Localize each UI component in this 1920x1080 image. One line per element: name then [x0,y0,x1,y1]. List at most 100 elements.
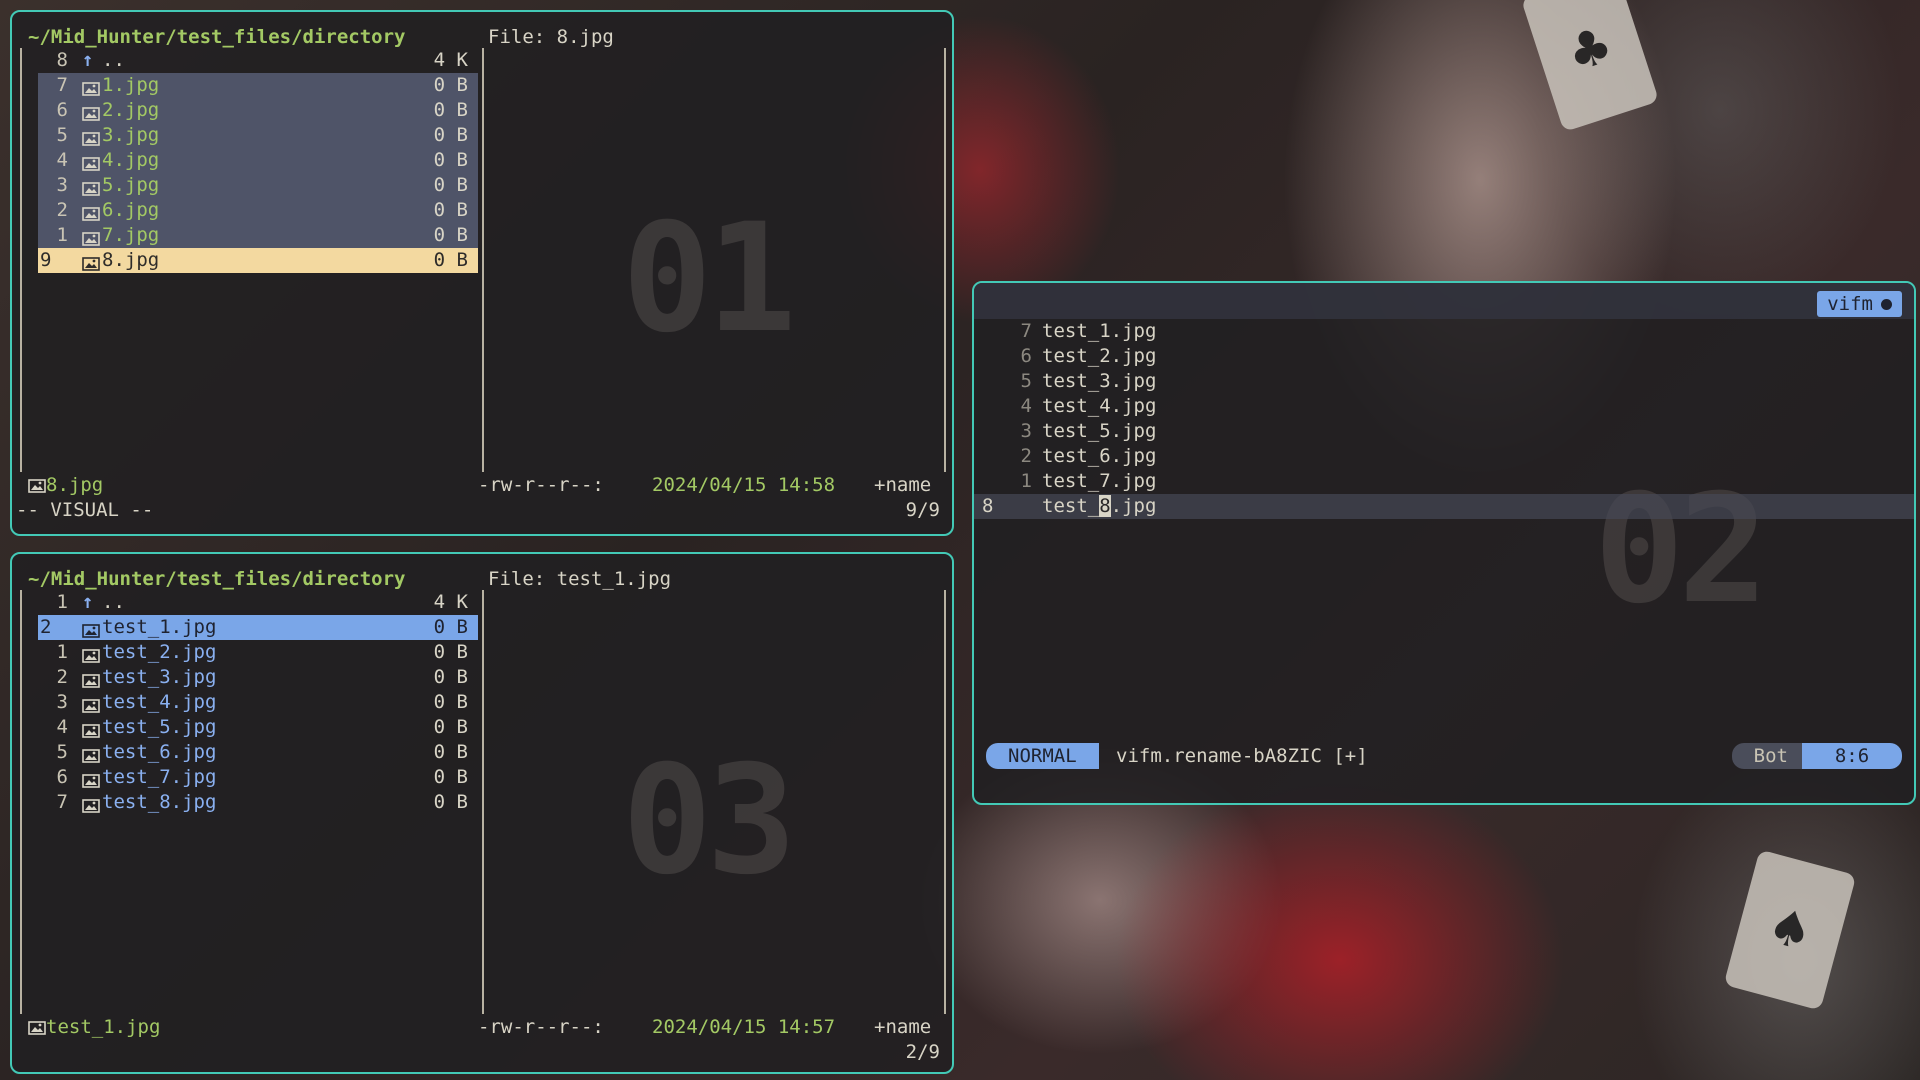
sort-indicator: +name [874,474,932,496]
pane-divider [482,48,484,472]
buffer-filename: vifm.rename-bA8ZIC [+] [1116,745,1368,767]
line-number: 3 [1020,420,1032,442]
editor-line[interactable]: 1 test_7.jpg [974,469,1914,494]
file-row[interactable]: 3 5.jpg 0 B [38,173,478,198]
relative-line-number: 3 [56,691,68,713]
file-size: 0 B [433,249,468,271]
image-file-icon [82,670,100,688]
editor-line[interactable]: 7 test_1.jpg [974,319,1914,344]
status-filename: test_1.jpg [46,1016,161,1038]
pane-watermark: 03 [622,734,797,908]
image-file-icon [82,745,100,763]
file-row[interactable]: 7 1.jpg 0 B [38,73,478,98]
image-file-icon [82,645,100,663]
editor-line[interactable]: 4 test_4.jpg [974,394,1914,419]
line-text: test_4.jpg [1042,395,1157,417]
relative-line-number: 1 [56,641,68,663]
file-name: test_5.jpg [102,716,217,738]
file-size: 0 B [433,791,468,813]
file-permissions: -rw-r--r--: [478,1016,604,1038]
line-number: 5 [1020,370,1032,392]
file-row[interactable]: 4 test_5.jpg 0 B [38,715,478,740]
file-row[interactable]: 2 6.jpg 0 B [38,198,478,223]
relative-line-number: 2 [56,666,68,688]
modified-dot-icon [1881,299,1892,310]
relative-line-number: 7 [56,791,68,813]
line-text: test_7.jpg [1042,470,1157,492]
up-arrow-icon: ↑ [82,49,94,71]
file-size: 0 B [433,224,468,246]
line-text: test_6.jpg [1042,445,1157,467]
file-list[interactable]: 1 ↑.. 4 K 2 test_1.jpg 0 B 1 test_2.jpg 0 B 2 test… [38,590,478,815]
background-card-clubs: ♣ [1520,0,1660,133]
image-file-icon [82,103,100,121]
image-file-icon [82,620,100,638]
relative-line-number: 7 [56,74,68,96]
editor-line[interactable]: 5 test_3.jpg [974,369,1914,394]
image-file-icon [82,178,100,196]
file-row[interactable]: 2 test_1.jpg 0 B [38,615,478,640]
file-name: test_6.jpg [102,741,217,763]
line-number: 8 [982,495,994,517]
file-row[interactable]: 5 3.jpg 0 B [38,123,478,148]
pane-path: ~/Mid_Hunter/test_files/directory [28,26,406,48]
relative-line-number: 3 [56,174,68,196]
file-date: 2024/04/15 14:58 [652,474,836,496]
editor-buffer[interactable]: 7 test_1.jpg 6 test_2.jpg 5 test_3.jpg 4 test_4… [974,319,1914,519]
file-size: 0 B [433,149,468,171]
file-row[interactable]: 5 test_6.jpg 0 B [38,740,478,765]
relative-line-number: 5 [56,124,68,146]
file-row[interactable]: 1 7.jpg 0 B [38,223,478,248]
parent-dir-row[interactable]: 8 ↑.. 4 K [38,48,478,73]
file-list[interactable]: 8 ↑.. 4 K 7 1.jpg 0 B 6 2.jpg 0 B 5 3.jpg 0 B 4 4.jpg… [38,48,478,273]
file-row[interactable]: 6 2.jpg 0 B [38,98,478,123]
file-size: 0 B [433,124,468,146]
editor-current-line[interactable]: 8 test_8.jpg [974,494,1914,519]
file-permissions: -rw-r--r--: [478,474,604,496]
file-row[interactable]: 9 8.jpg 0 B [38,248,478,273]
file-name: test_1.jpg [102,616,217,638]
file-row[interactable]: 2 test_3.jpg 0 B [38,665,478,690]
right-border-line [944,590,946,1014]
file-name: 1.jpg [102,74,160,96]
parent-dir-row[interactable]: 1 ↑.. 4 K [38,590,478,615]
file-size: 0 B [433,691,468,713]
file-row[interactable]: 3 test_4.jpg 0 B [38,690,478,715]
rename-editor-window[interactable]: vifm 02 7 test_1.jpg 6 test_2.jpg 5 test_3.jp… [972,281,1916,805]
file-name: 3.jpg [102,124,160,146]
file-name: test_4.jpg [102,691,217,713]
right-border-line [944,48,946,472]
pane-divider [482,590,484,1014]
file-name: .. [102,49,125,71]
file-size: 0 B [433,716,468,738]
file-size: 0 B [433,99,468,121]
file-size: 0 B [433,616,468,638]
line-number: 2 [1020,445,1032,467]
file-row[interactable]: 6 test_7.jpg 0 B [38,765,478,790]
vifm-pane-top[interactable]: ~/Mid_Hunter/test_files/directory File: … [10,10,954,536]
left-border-line [20,590,22,1014]
editor-line[interactable]: 6 test_2.jpg [974,344,1914,369]
editor-line[interactable]: 2 test_6.jpg [974,444,1914,469]
position-count: 9/9 [905,499,940,521]
vifm-pane-bottom[interactable]: ~/Mid_Hunter/test_files/directory File: … [10,552,954,1074]
file-size: 0 B [433,199,468,221]
file-row[interactable]: 4 4.jpg 0 B [38,148,478,173]
file-row[interactable]: 7 test_8.jpg 0 B [38,790,478,815]
file-row[interactable]: 1 test_2.jpg 0 B [38,640,478,665]
editor-line[interactable]: 3 test_5.jpg [974,419,1914,444]
image-file-icon [82,720,100,738]
preview-header: File: 8.jpg [488,26,614,48]
file-size: 0 B [433,641,468,663]
image-file-icon [82,128,100,146]
relative-line-number: 5 [56,741,68,763]
left-border-line [20,48,22,472]
relative-line-number: 9 [40,249,52,271]
relative-line-number: 2 [56,199,68,221]
tab-vifm[interactable]: vifm [1817,291,1902,317]
background-card-spades: ♠ [1723,849,1857,1011]
line-text: test_3.jpg [1042,370,1157,392]
file-name: .. [102,591,125,613]
image-file-icon [28,1021,46,1035]
image-file-icon [82,253,100,271]
